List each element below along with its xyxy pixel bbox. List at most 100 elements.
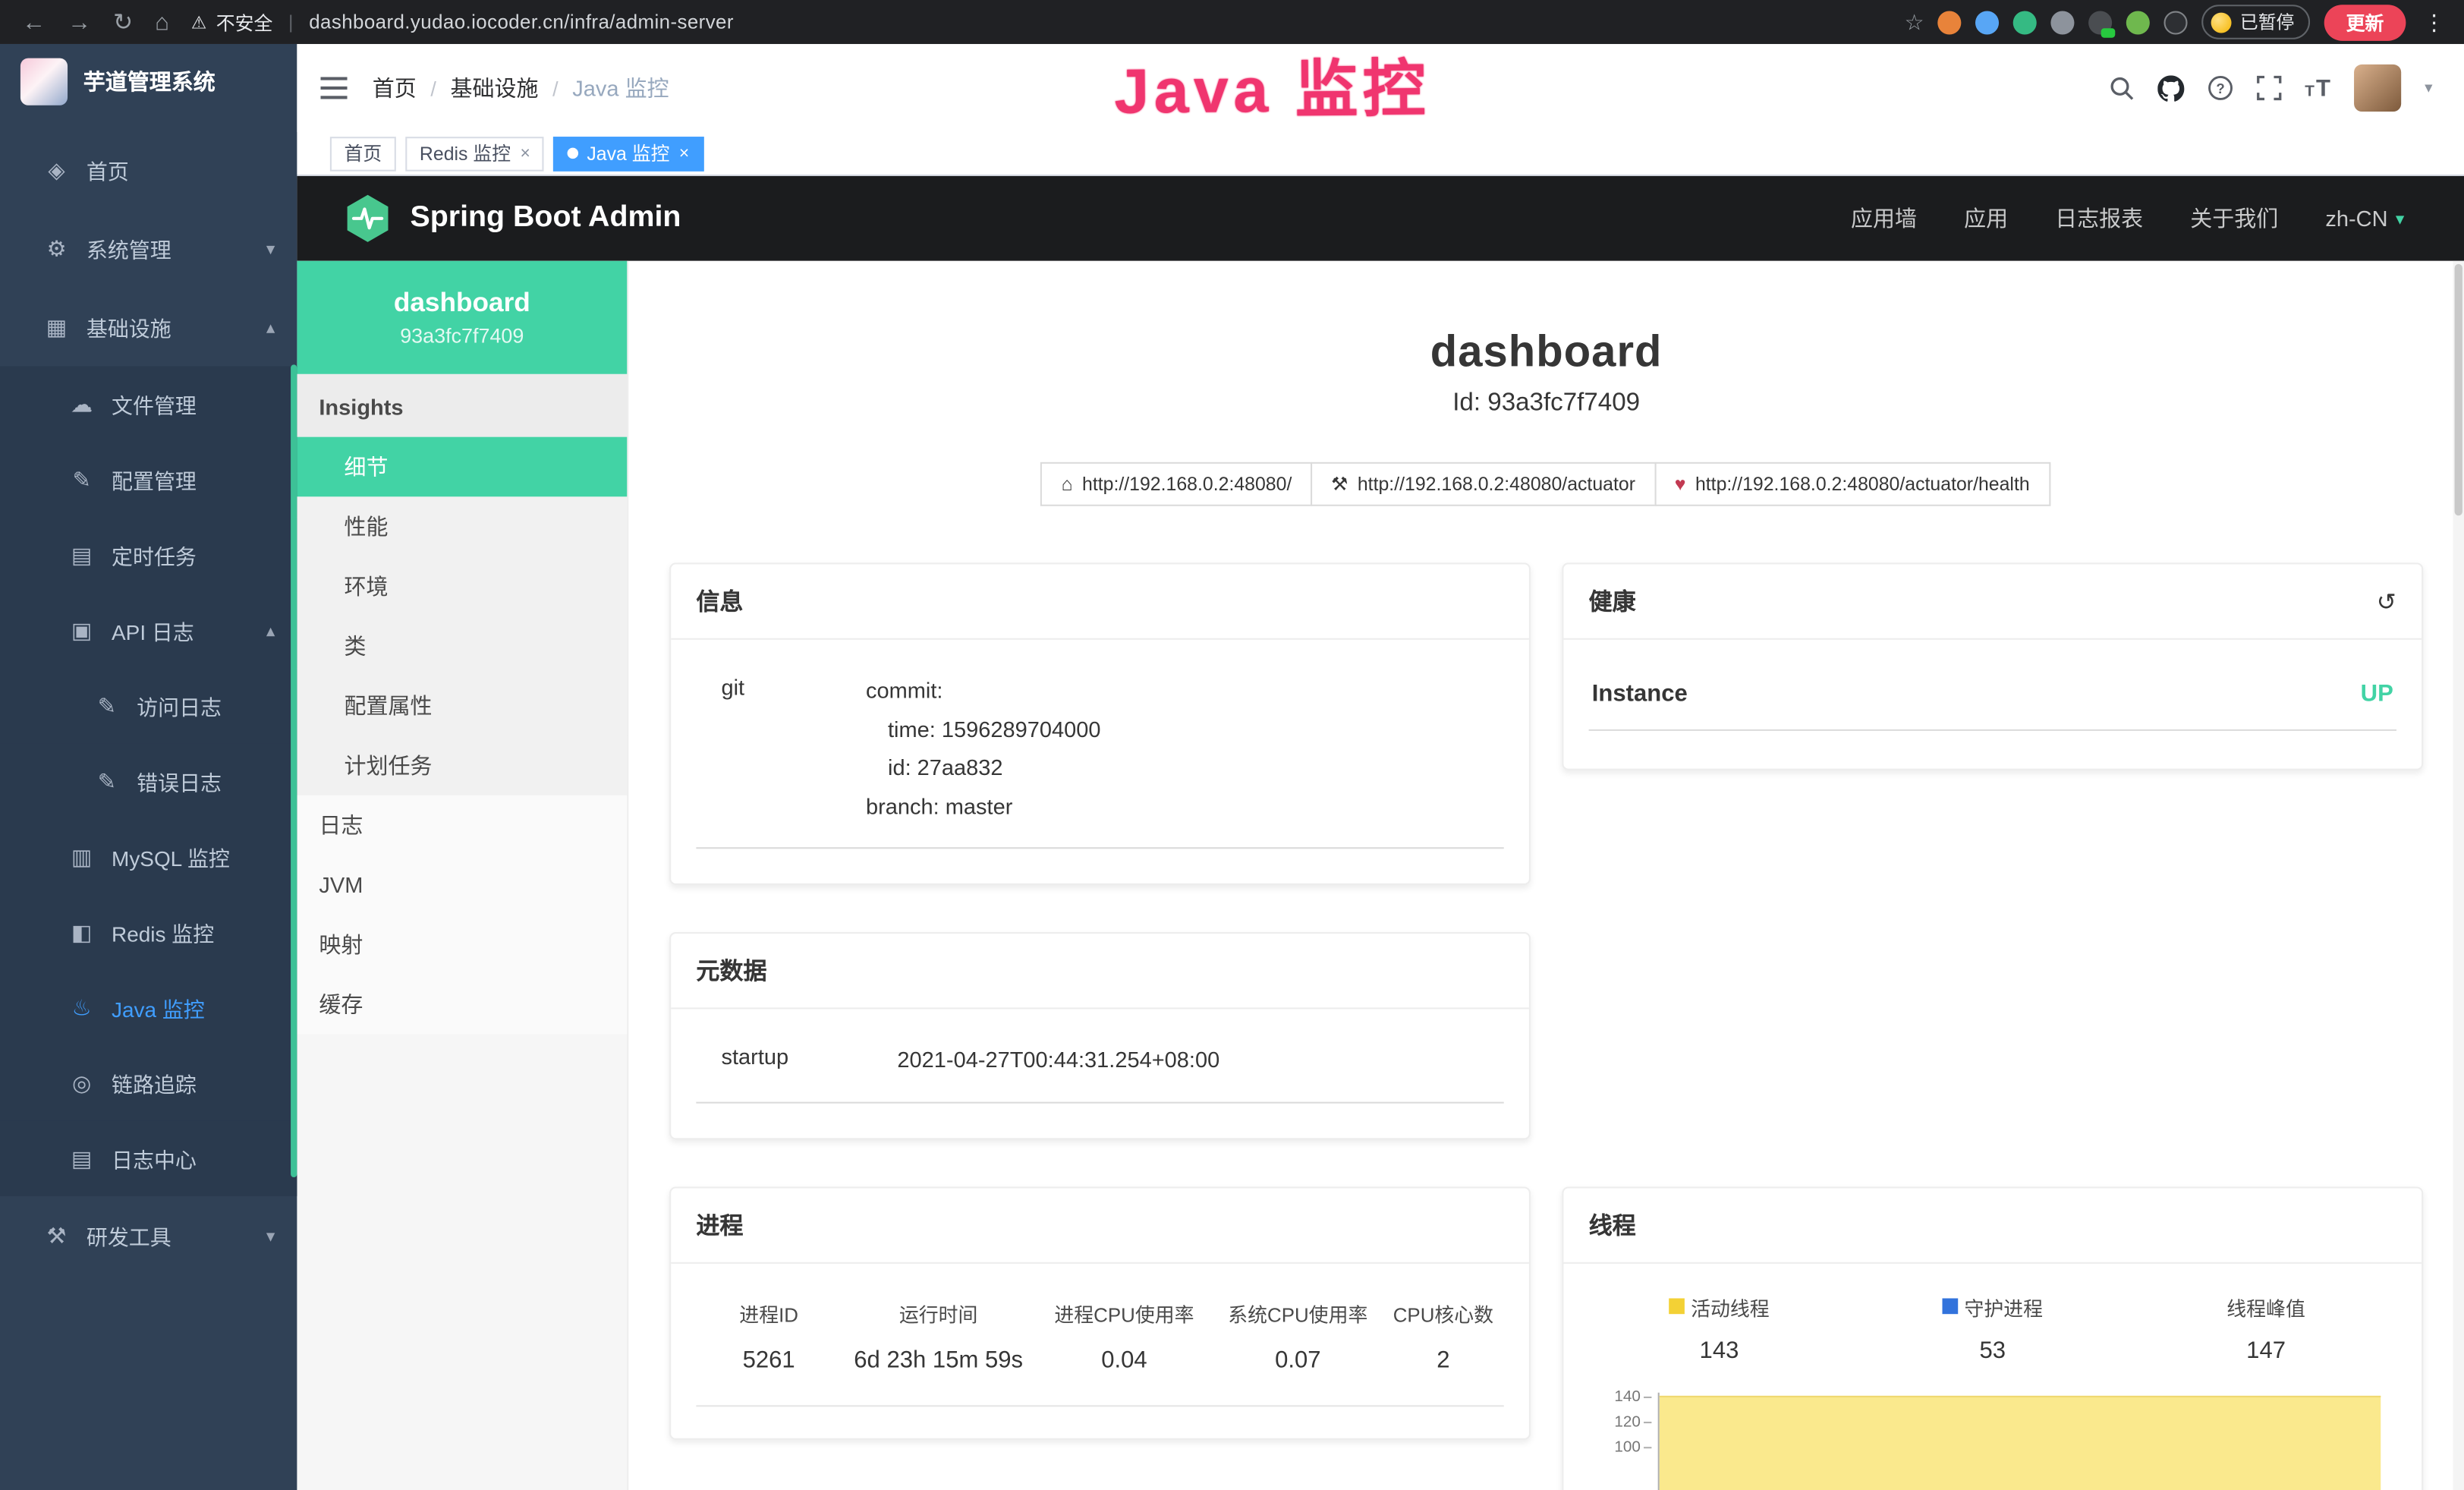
emoji-face-icon	[2212, 12, 2233, 33]
sidebar-item-error-logs[interactable]: ✎ 错误日志	[0, 743, 297, 818]
sidebar-item-label: 日志中心	[112, 1142, 197, 1173]
breadcrumb-separator: /	[552, 76, 559, 99]
sba-item-environment[interactable]: 环境	[297, 556, 627, 616]
instance-links: ⌂ http://192.168.0.2:48080/ ⚒ http://192…	[628, 462, 2464, 506]
browser-menu-icon[interactable]: ⋮	[2420, 8, 2448, 35]
sidebar-toggle-icon[interactable]	[320, 77, 347, 99]
health-card-title: 健康	[1589, 584, 1636, 617]
threads-legend: 活动线程 143 守护进程 53 线程峰值	[1582, 1285, 2403, 1364]
git-row: git commit: time: 1596289704000 id: 27aa…	[696, 665, 1503, 849]
sba-nav-journal[interactable]: 日志报表	[2055, 203, 2143, 234]
extension-icon-vue[interactable]	[2014, 10, 2038, 33]
forward-icon[interactable]: →	[68, 10, 91, 33]
health-card: 健康 ↺ Instance UP	[1562, 562, 2423, 770]
sidebar-scrollbar[interactable]	[291, 364, 297, 1177]
sidebar-item-redis-monitor[interactable]: ◧ Redis 监控	[0, 894, 297, 969]
tampermonkey-paused-badge[interactable]: 已暂停	[2202, 5, 2310, 39]
breadcrumb-home[interactable]: 首页	[373, 72, 417, 103]
legend-square-yellow	[1669, 1298, 1685, 1314]
sidebar-item-access-logs[interactable]: ✎ 访问日志	[0, 668, 297, 743]
instance-link-health[interactable]: ♥ http://192.168.0.2:48080/actuator/heal…	[1654, 462, 2050, 506]
process-card: 进程 进程ID 5261 运行时间	[669, 1186, 1531, 1438]
chevron-down-icon[interactable]: ▾	[2425, 80, 2432, 97]
security-warning-label: 不安全	[216, 8, 273, 35]
sba-item-caches[interactable]: 缓存	[297, 975, 627, 1035]
extension-icon-leaf[interactable]	[2127, 10, 2151, 33]
close-icon[interactable]: ×	[520, 143, 530, 162]
sidebar-item-api-logs[interactable]: ▣ API 日志 ▴	[0, 593, 297, 668]
instance-link-actuator[interactable]: ⚒ http://192.168.0.2:48080/actuator	[1311, 462, 1656, 506]
extension-icon-drop[interactable]	[1976, 10, 2000, 33]
y-tick-label: 120	[1597, 1413, 1641, 1431]
sba-nav-wallboard[interactable]: 应用墙	[1851, 203, 1917, 234]
extension-icon-switch[interactable]	[2089, 10, 2113, 33]
tab-redis-monitor[interactable]: Redis 监控 ×	[405, 136, 544, 171]
sba-nav-applications[interactable]: 应用	[1964, 203, 2008, 234]
sidebar-item-system-management[interactable]: ⚙ 系统管理 ▾	[0, 209, 297, 288]
history-icon[interactable]: ↺	[2377, 587, 2396, 615]
heartbeat-icon: ♥	[1675, 473, 1686, 495]
sba-item-classes[interactable]: 类	[297, 616, 627, 676]
sidebar-item-home[interactable]: ◈ 首页	[0, 131, 297, 209]
back-icon[interactable]: ←	[22, 10, 46, 33]
font-size-icon[interactable]: TT	[2305, 74, 2330, 101]
sba-language-select[interactable]: zh-CN ▾	[2325, 206, 2404, 231]
sba-item-logs[interactable]: 日志	[297, 795, 627, 855]
home-icon: ⌂	[1062, 473, 1073, 495]
search-icon[interactable]	[2108, 75, 2133, 100]
security-warning-icon: ⚠	[191, 12, 206, 33]
instance-header[interactable]: dashboard 93a3fc7f7409	[297, 261, 627, 374]
sidebar-item-infrastructure[interactable]: ▦ 基础设施 ▴	[0, 288, 297, 367]
sba-item-performance[interactable]: 性能	[297, 496, 627, 556]
y-tick-mark	[1644, 1446, 1651, 1447]
chevron-up-icon: ▴	[266, 620, 275, 641]
process-table: 进程ID 5261 运行时间 6d 23h 15m 59s	[696, 1288, 1503, 1406]
sba-brand-title[interactable]: Spring Boot Admin	[410, 201, 681, 236]
extension-icon-orange[interactable]	[1938, 10, 1962, 33]
scrollbar-thumb[interactable]	[2455, 264, 2462, 515]
reload-icon[interactable]: ↻	[113, 10, 133, 33]
instance-link-home[interactable]: ⌂ http://192.168.0.2:48080/	[1041, 462, 1313, 506]
sidebar-item-tracing[interactable]: ◎ 链路追踪	[0, 1045, 297, 1120]
extension-icon-dark[interactable]	[2164, 10, 2188, 33]
cpu-cores: 2	[1383, 1347, 1504, 1373]
sba-item-mappings[interactable]: 映射	[297, 915, 627, 975]
legend-label: 守护进程	[1964, 1291, 2043, 1321]
sidebar-item-java-monitor[interactable]: ♨ Java 监控	[0, 970, 297, 1045]
edit-icon: ✎	[66, 466, 97, 493]
sidebar-item-config-management[interactable]: ✎ 配置管理	[0, 442, 297, 517]
user-avatar[interactable]	[2354, 65, 2401, 112]
sidebar-item-log-center[interactable]: ▤ 日志中心	[0, 1120, 297, 1195]
sba-item-config-props[interactable]: 配置属性	[297, 676, 627, 736]
app-logo[interactable]: 芋道管理系统	[0, 44, 297, 118]
fullscreen-icon[interactable]	[2256, 75, 2281, 100]
threads-card: 线程 活动线程 143 守护进程	[1562, 1186, 2423, 1490]
sidebar-item-file-management[interactable]: ☁ 文件管理	[0, 366, 297, 441]
tab-java-monitor[interactable]: Java 监控 ×	[554, 136, 703, 171]
help-icon[interactable]: ?	[2208, 75, 2233, 100]
sidebar-item-dev-tools[interactable]: ⚒ 研发工具 ▾	[0, 1196, 297, 1275]
bookmark-star-icon[interactable]: ☆	[1905, 8, 1924, 35]
instance-subtitle: Id: 93a3fc7f7409	[628, 390, 2464, 418]
sba-item-details[interactable]: 细节	[297, 437, 627, 497]
sidebar-item-scheduled-tasks[interactable]: ▤ 定时任务	[0, 517, 297, 592]
browser-home-icon[interactable]: ⌂	[155, 10, 169, 33]
breadcrumb-current: Java 监控	[572, 72, 669, 103]
sidebar-item-mysql-monitor[interactable]: ▥ MySQL 监控	[0, 819, 297, 894]
tab-home[interactable]: 首页	[330, 136, 396, 171]
sba-nav-about[interactable]: 关于我们	[2190, 203, 2278, 234]
address-bar[interactable]: ⚠ 不安全 | dashboard.yudao.iocoder.cn/infra…	[191, 8, 734, 35]
sba-item-jvm[interactable]: JVM	[297, 855, 627, 915]
url-divider: |	[288, 11, 293, 33]
sidebar-item-label: 基础设施	[87, 311, 172, 342]
spring-boot-admin-logo[interactable]	[345, 194, 392, 244]
close-icon[interactable]: ×	[679, 143, 689, 162]
breadcrumb-infrastructure[interactable]: 基础设施	[451, 72, 539, 103]
language-label: zh-CN	[2325, 206, 2387, 231]
sba-item-scheduled-tasks[interactable]: 计划任务	[297, 736, 627, 795]
log-icon: ▣	[66, 617, 97, 644]
active-threads-area	[1660, 1395, 2381, 1490]
github-icon[interactable]	[2157, 74, 2184, 101]
chrome-update-button[interactable]: 更新	[2324, 4, 2406, 40]
extension-icon-grid[interactable]	[2051, 10, 2075, 33]
